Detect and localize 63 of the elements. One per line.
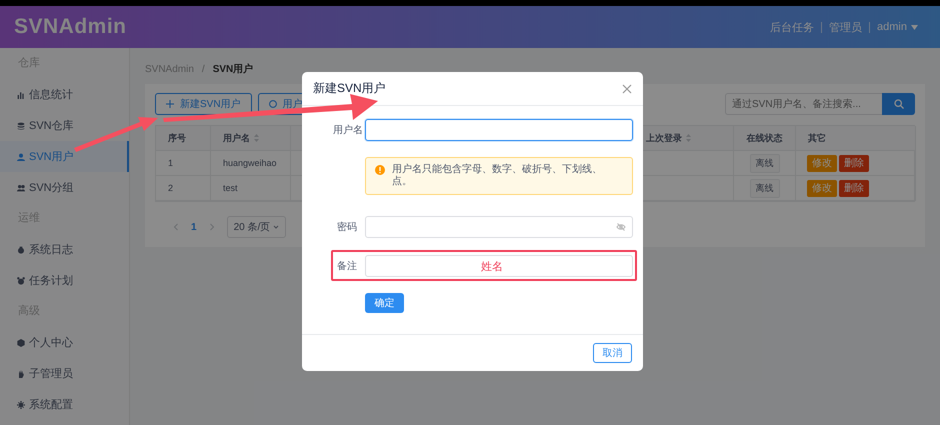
- search-field[interactable]: 通过SVN用户名、备注搜索...: [725, 93, 882, 115]
- sidebar-item[interactable]: SVN仓库: [0, 110, 129, 141]
- table-cell: test: [211, 176, 291, 201]
- sidebar-item[interactable]: 个人中心: [0, 327, 129, 358]
- app-logo: SVNAdmin: [14, 15, 127, 39]
- cancel-button[interactable]: 取消: [593, 343, 632, 363]
- edit-button[interactable]: 修改: [807, 180, 837, 196]
- search-icon: [894, 99, 904, 109]
- password-field[interactable]: [365, 216, 633, 238]
- status-tag: 离线: [750, 178, 780, 198]
- gear-icon: [17, 400, 25, 408]
- hand-icon: [17, 370, 25, 378]
- warning-icon: [375, 165, 385, 175]
- chevron-down-icon: [273, 223, 280, 231]
- caret-icon[interactable]: [911, 24, 918, 30]
- column-header: 用户名: [211, 126, 291, 151]
- breadcrumb-separator: /: [202, 64, 205, 74]
- field-label: 密码: [336, 220, 358, 234]
- text-field[interactable]: [365, 118, 633, 140]
- confirm-button[interactable]: 确定: [365, 293, 404, 313]
- dialog-title: 新建SVN用户: [313, 80, 386, 97]
- nav-link[interactable]: 管理员: [822, 20, 870, 34]
- cube-icon: [17, 338, 25, 346]
- page-size-select[interactable]: 20 条/页: [226, 216, 286, 238]
- eye-slash-icon[interactable]: [616, 222, 626, 232]
- sidebar-item[interactable]: 任务计划: [0, 265, 129, 296]
- circle-icon: [268, 100, 277, 108]
- field-label: 用户名: [333, 124, 364, 136]
- breadcrumb-item: SVN用户: [212, 62, 254, 76]
- sort-icon[interactable]: [254, 134, 259, 142]
- sidebar-item[interactable]: 系统日志: [0, 234, 129, 265]
- sidebar-item[interactable]: 子管理员: [0, 358, 129, 389]
- new-user-button[interactable]: 新建SVN用户: [155, 93, 252, 115]
- nav-link[interactable]: 后台任务: [763, 20, 822, 34]
- column-header: 序号: [156, 126, 211, 151]
- sort-icon[interactable]: [686, 134, 691, 142]
- table-cell: 1: [156, 151, 211, 176]
- user-icon: [17, 152, 25, 160]
- database-icon: [17, 122, 25, 130]
- table-cell: huangweihao: [211, 151, 291, 176]
- sidebar-item[interactable]: SVN分组: [0, 172, 129, 203]
- edit-button[interactable]: 修改: [807, 154, 837, 172]
- bar-chart-icon: [17, 90, 25, 98]
- delete-button[interactable]: 删除: [839, 154, 869, 172]
- status-tag: 离线: [750, 154, 780, 172]
- nav-link[interactable]: admin: [870, 21, 914, 33]
- chevron-right-icon[interactable]: [208, 223, 215, 231]
- column-header: 其它: [796, 126, 916, 151]
- search-button[interactable]: [882, 93, 915, 115]
- close-icon[interactable]: [622, 84, 632, 94]
- table-cell: 2: [156, 176, 211, 201]
- page-number[interactable]: 1: [191, 222, 197, 232]
- plus-icon: [166, 100, 174, 108]
- column-header: 在线状态: [734, 126, 796, 151]
- sidebar-item[interactable]: 系统配置: [0, 389, 129, 420]
- delete-button[interactable]: 删除: [839, 180, 869, 196]
- sidebar-item[interactable]: SVN用户: [0, 141, 129, 172]
- chevron-left-icon[interactable]: [173, 223, 179, 231]
- field-label: 备注: [336, 260, 358, 272]
- alert-text: 用户名只能包含字母、数字、破折号、下划线、点。: [392, 164, 603, 188]
- users-icon: [17, 184, 25, 192]
- annotation-text: 姓名: [481, 260, 503, 274]
- sidebar-item[interactable]: 信息统计: [0, 79, 129, 110]
